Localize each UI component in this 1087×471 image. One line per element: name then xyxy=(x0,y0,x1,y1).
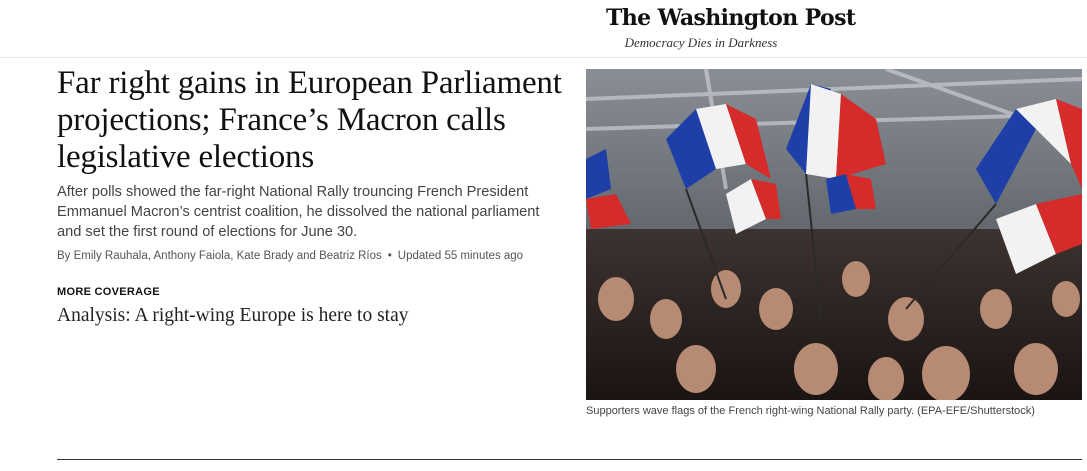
crowd-flags-image xyxy=(586,69,1082,400)
byline-separator: • xyxy=(387,250,392,262)
story-summary: After polls showed the far-right Nationa… xyxy=(57,184,540,240)
byline-authors[interactable]: By Emily Rauhala, Anthony Faiola, Kate B… xyxy=(57,250,382,262)
more-coverage-link[interactable]: Analysis: A right-wing Europe is here to… xyxy=(57,305,409,327)
story-photo[interactable] xyxy=(586,69,1082,400)
story-timestamp: Updated 55 minutes ago xyxy=(397,250,524,262)
photo-caption: Supporters wave flags of the French righ… xyxy=(586,405,1035,417)
masthead: The Washington Post Democracy Dies in Da… xyxy=(0,0,1087,58)
story-headline[interactable]: Far right gains in European Parliament p… xyxy=(57,65,577,176)
site-tagline: Democracy Dies in Darkness xyxy=(624,35,778,50)
story-byline: By Emily Rauhala, Anthony Faiola, Kate B… xyxy=(57,250,577,262)
more-coverage-label: MORE COVERAGE xyxy=(57,286,160,298)
section-divider xyxy=(57,459,1082,460)
site-logo[interactable]: The Washington Post xyxy=(606,5,856,31)
